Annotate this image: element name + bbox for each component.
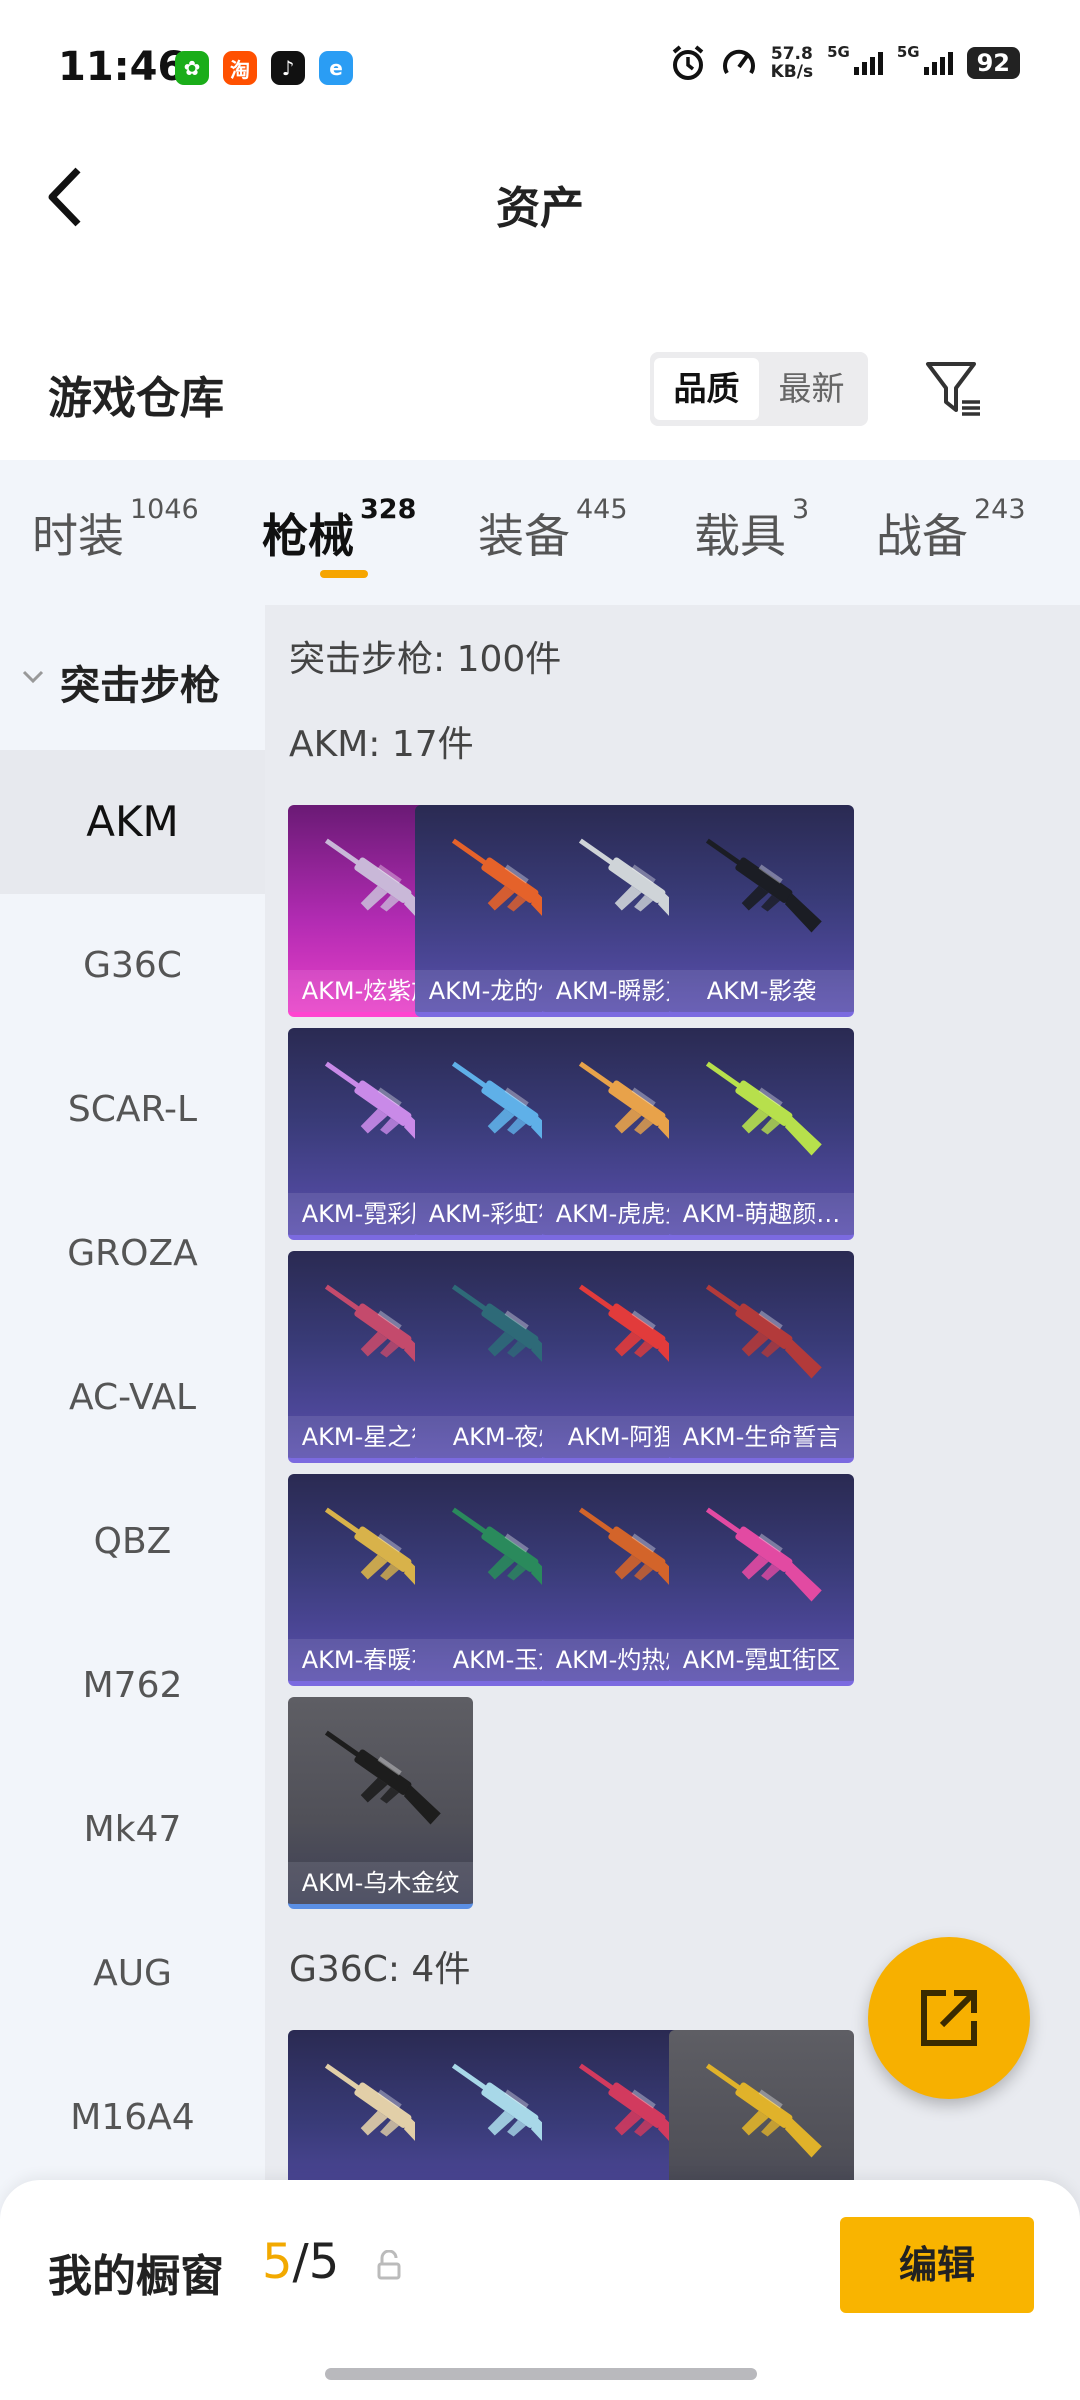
signal-sim2: 5G [897, 43, 953, 75]
sidebar-item-groza[interactable]: GROZA [0, 1182, 265, 1326]
sidebar-item-qbz[interactable]: QBZ [0, 1470, 265, 1614]
sidebar-item-aug[interactable]: AUG [0, 1902, 265, 2046]
weapon-card[interactable]: AKM-霓虹街区 [669, 1474, 854, 1686]
sort-toggle: 品质 最新 [650, 352, 868, 426]
warehouse-header: 游戏仓库 品质 最新 [0, 330, 1080, 450]
tab-fashion[interactable]: 时装 1046 [32, 494, 199, 566]
sidebar-item-scar-l[interactable]: SCAR-L [0, 1038, 265, 1182]
weapon-card[interactable]: AKM-乌木金纹 [288, 1697, 473, 1909]
tiktok-icon: ♪ [271, 51, 305, 85]
warehouse-title: 游戏仓库 [48, 373, 224, 424]
signal-sim1: 5G [827, 43, 883, 75]
chevron-down-icon [22, 670, 44, 684]
weapon-skin-image [705, 1284, 822, 1379]
sidebar-item-akm[interactable]: AKM [0, 750, 265, 894]
weapon-skin-image [705, 2063, 822, 2158]
speedometer-icon [722, 49, 755, 75]
weapon-card[interactable]: AKM-萌趣颜… [669, 1028, 854, 1240]
taobao-icon: 淘 [223, 51, 257, 85]
sidebar-item-m762[interactable]: M762 [0, 1614, 265, 1758]
sidebar-item-mk47[interactable]: Mk47 [0, 1758, 265, 1902]
status-bar: 11:46 ✿ 淘 ♪ e 57.8 KB/s 5G 5G 92 [0, 0, 1080, 130]
signal-bars-icon [923, 51, 953, 75]
weapon-card[interactable]: AKM-影袭 [669, 805, 854, 1017]
active-tab-indicator [320, 570, 368, 578]
weapon-sidebar: 突击步枪 AKM G36C SCAR-L GROZA AC-VAL QBZ M762 Mk47… [0, 605, 265, 2265]
tab-firearms[interactable]: 枪械 328 [262, 494, 416, 566]
weapon-skin-image [705, 1507, 822, 1602]
tab-vehicles[interactable]: 载具 3 [694, 494, 809, 566]
page-title: 资产 [496, 183, 584, 234]
system-indicators: 57.8 KB/s 5G 5G 92 [669, 43, 1020, 82]
edit-button[interactable]: 编辑 [840, 2217, 1034, 2313]
tab-equipment[interactable]: 装备 445 [478, 494, 628, 566]
showcase-count: 5/5 [262, 2234, 340, 2290]
showcase-bar: 我的橱窗 5/5 编辑 [0, 2180, 1080, 2400]
top-navigation: 资产 [0, 150, 1080, 250]
showcase-label: 我的橱窗 [48, 2251, 224, 2302]
tab-supplies[interactable]: 战备 243 [876, 494, 1026, 566]
sidebar-item-ac-val[interactable]: AC-VAL [0, 1326, 265, 1470]
battery-indicator: 92 [966, 47, 1020, 79]
weapon-card-label: AKM-霓虹街区 [669, 1639, 854, 1681]
category-tabs: 时装 1046 枪械 328 装备 445 载具 3 战备 243 [0, 460, 1080, 605]
weapon-card-label: AKM-影袭 [669, 970, 854, 1012]
alarm-icon [672, 45, 703, 80]
weapon-card-label: AKM-萌趣颜… [669, 1193, 854, 1235]
weapon-card-label: AKM-乌木金纹 [288, 1862, 473, 1904]
sidebar-item-g36c[interactable]: G36C [0, 894, 265, 1038]
share-edit-icon [921, 1990, 977, 2046]
sort-by-quality[interactable]: 品质 [654, 358, 759, 420]
net-speed: 57.8 KB/s [770, 44, 814, 82]
share-edit-fab[interactable] [868, 1937, 1030, 2099]
weapon-card[interactable]: AKM-生命誓言 [669, 1251, 854, 1463]
signal-bars-icon [853, 51, 883, 75]
weapon-card-label: AKM-生命誓言 [669, 1416, 854, 1458]
weapon-skin-image [324, 1730, 441, 1825]
weapon-skin-image [705, 1061, 822, 1156]
lock-icon [377, 2250, 401, 2280]
group-title: AKM: 17件 [289, 724, 474, 765]
filter-icon[interactable] [924, 358, 984, 420]
assault-rifle-count: 突击步枪: 100件 [289, 639, 562, 680]
home-indicator[interactable] [325, 2368, 757, 2380]
clock: 11:46 [58, 44, 186, 90]
weapon-skin-image [705, 838, 822, 933]
group-title: G36C: 4件 [289, 1949, 471, 1990]
browser-icon: e [319, 51, 353, 85]
sidebar-section-assault-rifles[interactable]: 突击步枪 [0, 605, 265, 750]
wechat-icon: ✿ [175, 51, 209, 85]
sort-by-newest[interactable]: 最新 [759, 358, 864, 420]
notification-icons: ✿ 淘 ♪ e [175, 51, 353, 85]
sidebar-item-m16a4[interactable]: M16A4 [0, 2046, 265, 2190]
